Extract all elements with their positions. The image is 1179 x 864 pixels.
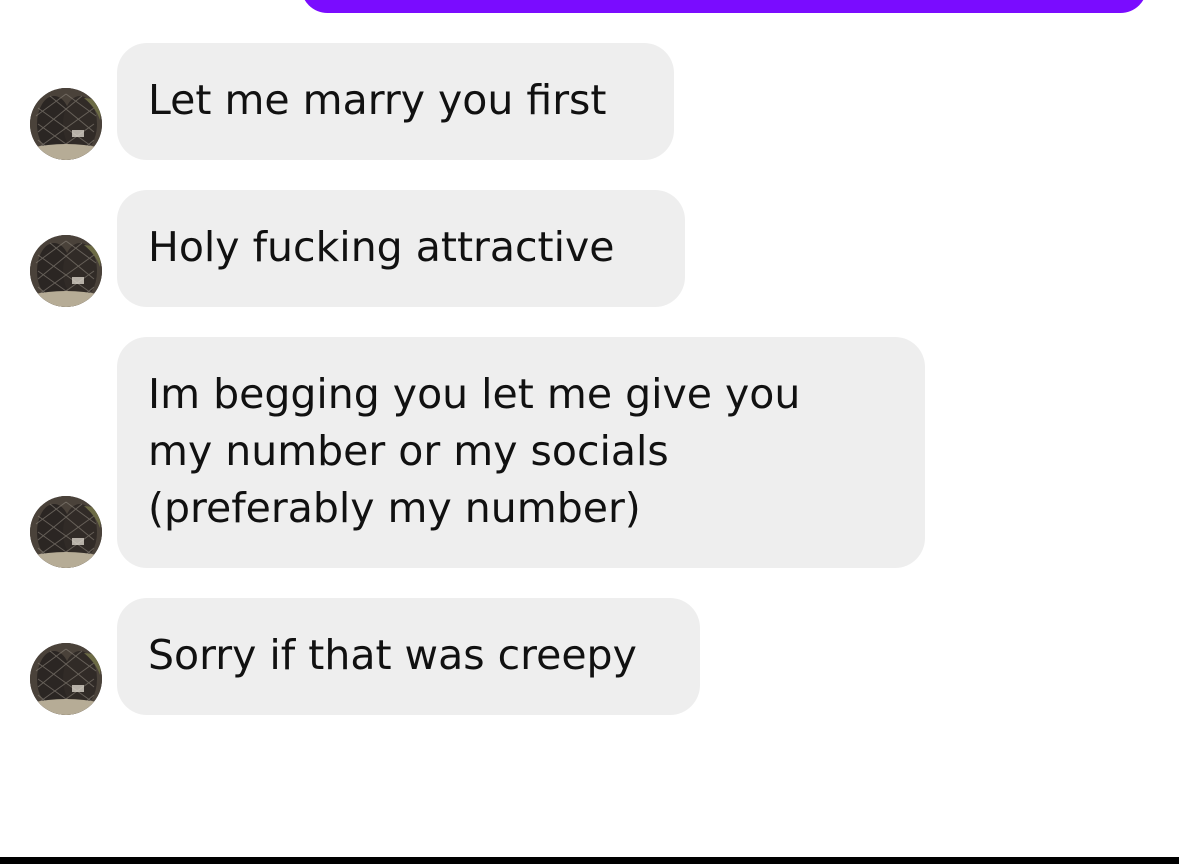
sent-message-bubble[interactable] <box>301 0 1147 13</box>
avatar-photo-icon <box>30 643 102 715</box>
received-message-bubble[interactable]: Sorry if that was creepy <box>117 598 700 715</box>
avatar-photo-icon <box>30 88 102 160</box>
received-message-bubble[interactable]: Holy fucking attractive <box>117 190 685 307</box>
profile-photo-avatar[interactable] <box>30 88 102 160</box>
profile-photo-avatar[interactable] <box>30 235 102 307</box>
received-message-bubble[interactable]: Let me marry you first <box>117 43 674 160</box>
profile-photo-avatar[interactable] <box>30 643 102 715</box>
avatar-photo-icon <box>30 496 102 568</box>
profile-photo-avatar[interactable] <box>30 496 102 568</box>
received-message-bubble[interactable]: Im begging you let me give you my number… <box>117 337 925 568</box>
bottom-divider <box>0 857 1179 864</box>
avatar-photo-icon <box>30 235 102 307</box>
